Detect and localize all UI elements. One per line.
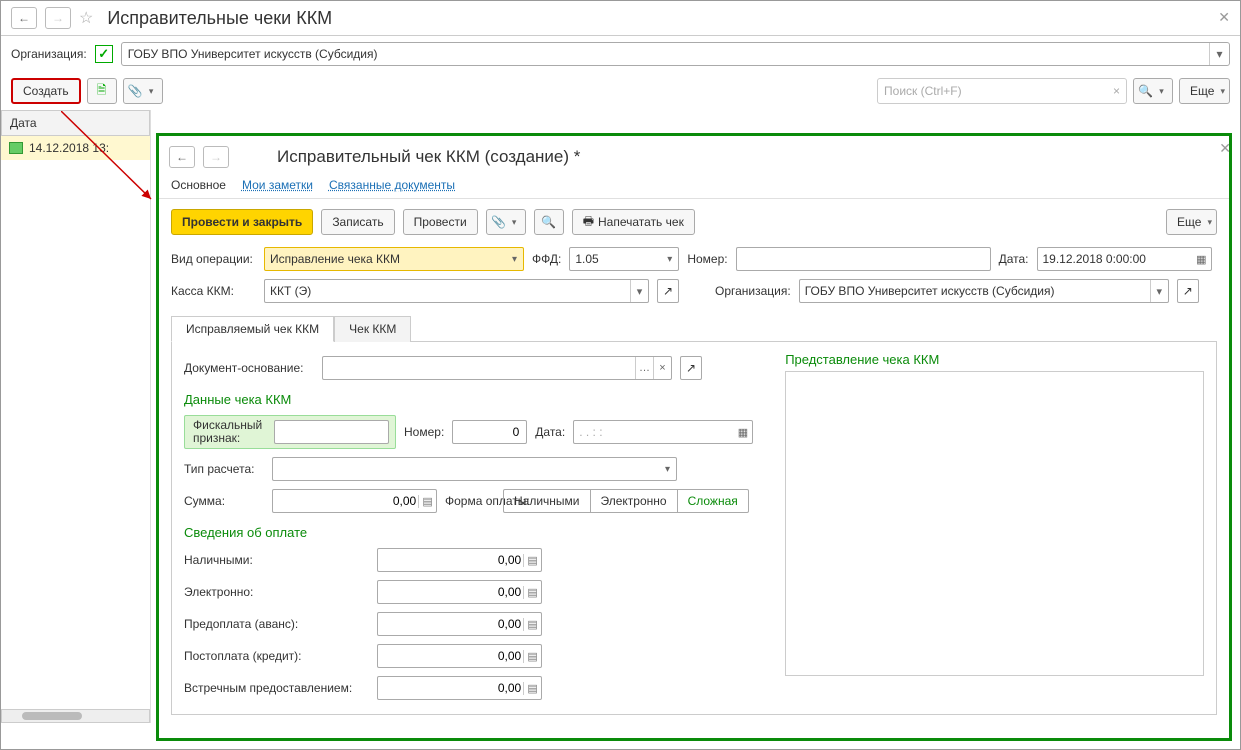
create-button[interactable]: Создать <box>11 78 81 104</box>
check-date-input[interactable]: . . : : ▦ <box>573 420 753 444</box>
tip-rascheta-label: Тип расчета: <box>184 462 264 476</box>
summa-label: Сумма: <box>184 494 264 508</box>
subtab-chek[interactable]: Чек ККМ <box>334 316 411 342</box>
kassa-open-button[interactable]: ↗ <box>657 279 679 303</box>
ffd-label: ФФД: <box>532 252 561 266</box>
doc-basis-label: Документ-основание: <box>184 361 314 375</box>
page-title: Исправительные чеки ККМ <box>107 8 332 29</box>
tip-rascheta-select[interactable] <box>272 457 677 481</box>
search-input[interactable]: Поиск (Ctrl+F) × <box>877 78 1127 104</box>
pay-electronic-label: Электронно: <box>184 585 369 599</box>
pay-electronic-input[interactable]: ▤ <box>377 580 542 604</box>
check-number-input[interactable] <box>452 420 527 444</box>
detail-more-button[interactable]: Еще▾ <box>1166 209 1217 235</box>
pay-cash-label: Наличными: <box>184 553 369 567</box>
close-icon[interactable]: ✕ <box>1218 9 1230 26</box>
chevron-down-icon[interactable]: ▾ <box>630 280 648 302</box>
post-and-close-button[interactable]: Провести и закрыть <box>171 209 313 235</box>
nav-back-button[interactable]: ← <box>11 7 37 29</box>
list-row-date: 14.12.2018 13: <box>29 141 109 155</box>
subtab-corrected[interactable]: Исправляемый чек ККМ <box>171 316 334 342</box>
report-button[interactable]: 🔍 <box>534 209 564 235</box>
section-check-data: Данные чека ККМ <box>184 392 765 407</box>
check-date-label: Дата: <box>535 425 565 439</box>
favorite-star-icon[interactable]: ☆ <box>79 8 93 28</box>
payment-seg-cash[interactable]: Наличными <box>504 490 591 512</box>
kassa-select[interactable]: ККТ (Э) ▾ <box>264 279 649 303</box>
calendar-icon[interactable]: ▦ <box>1196 253 1206 266</box>
org-filter-select[interactable]: ГОБУ ВПО Университет искусств (Субсидия)… <box>121 42 1230 66</box>
number-label: Номер: <box>687 252 727 266</box>
vid-operacii-select[interactable]: Исправление чека ККМ <box>264 247 524 271</box>
date-label: Дата: <box>999 252 1029 266</box>
nav-forward-button[interactable]: → <box>45 7 71 29</box>
calculator-icon[interactable]: ▤ <box>418 495 436 508</box>
save-button[interactable]: Записать <box>321 209 394 235</box>
vid-operacii-label: Вид операции: <box>171 252 256 266</box>
section-preview: Представление чека ККМ <box>785 352 1204 367</box>
calendar-icon[interactable]: ▦ <box>738 426 748 439</box>
detail-org-open-button[interactable]: ↗ <box>1177 279 1199 303</box>
calculator-icon[interactable]: ▤ <box>523 554 541 567</box>
payment-seg-complex[interactable]: Сложная <box>678 490 748 512</box>
date-column-header[interactable]: Дата <box>1 110 150 136</box>
section-payment-info: Сведения об оплате <box>184 525 765 540</box>
attach-button[interactable]: 📎▾ <box>123 78 163 104</box>
clear-icon[interactable]: × <box>653 357 671 379</box>
find-button[interactable]: 🔍▾ <box>1133 78 1173 104</box>
chevron-down-icon[interactable]: ▾ <box>1209 43 1229 65</box>
payment-seg-electronic[interactable]: Электронно <box>591 490 678 512</box>
chevron-down-icon[interactable]: ▾ <box>1150 280 1168 302</box>
check-preview-area <box>785 371 1204 676</box>
org-filter-value: ГОБУ ВПО Университет искусств (Субсидия) <box>128 47 378 61</box>
number-input[interactable] <box>736 247 991 271</box>
tab-notes[interactable]: Мои заметки <box>242 178 313 192</box>
check-number-label: Номер: <box>404 425 444 439</box>
detail-org-select[interactable]: ГОБУ ВПО Университет искусств (Субсидия)… <box>799 279 1169 303</box>
pay-cash-input[interactable]: ▤ <box>377 548 542 572</box>
pay-prepaid-input[interactable]: ▤ <box>377 612 542 636</box>
pay-counter-label: Встречным предоставлением: <box>184 681 369 695</box>
forma-oplaty-label: Форма оплаты: <box>445 495 495 508</box>
detail-panel: ✕ ← → Исправительный чек ККМ (создание) … <box>156 133 1232 741</box>
fiscal-sign-label: Фискальный признак: <box>193 419 268 445</box>
pay-postpaid-label: Постоплата (кредит): <box>184 649 369 663</box>
doc-basis-input[interactable]: … × <box>322 356 672 380</box>
copy-button[interactable]: 🗎 <box>87 78 117 104</box>
fiscal-sign-group: Фискальный признак: <box>184 415 396 449</box>
ellipsis-icon[interactable]: … <box>635 357 653 379</box>
document-posted-icon <box>9 142 23 154</box>
kassa-label: Касса ККМ: <box>171 284 256 298</box>
calculator-icon[interactable]: ▤ <box>523 650 541 663</box>
detail-close-icon[interactable]: ✕ <box>1219 140 1231 157</box>
org-filter-checkbox[interactable]: ✓ <box>95 45 113 63</box>
doc-basis-open-button[interactable]: ↗ <box>680 356 702 380</box>
search-clear-icon[interactable]: × <box>1113 84 1120 98</box>
summa-input[interactable]: ▤ <box>272 489 437 513</box>
detail-nav-back[interactable]: ← <box>169 146 195 168</box>
pay-prepaid-label: Предоплата (аванс): <box>184 617 369 631</box>
date-input[interactable]: 19.12.2018 0:00:00 ▦ <box>1037 247 1212 271</box>
calculator-icon[interactable]: ▤ <box>523 682 541 695</box>
post-button[interactable]: Провести <box>403 209 478 235</box>
calculator-icon[interactable]: ▤ <box>523 618 541 631</box>
more-button[interactable]: Еще▾ <box>1179 78 1230 104</box>
fiscal-sign-input[interactable] <box>274 420 389 444</box>
ffd-select[interactable]: 1.05 <box>569 247 679 271</box>
org-filter-label: Организация: <box>11 47 87 61</box>
detail-title: Исправительный чек ККМ (создание) * <box>277 147 580 167</box>
payment-form-segment[interactable]: Наличными Электронно Сложная <box>503 489 749 513</box>
tab-main[interactable]: Основное <box>171 178 226 192</box>
create-based-on-button[interactable]: 📎▾ <box>486 209 526 235</box>
pay-counter-input[interactable]: ▤ <box>377 676 542 700</box>
tab-related[interactable]: Связанные документы <box>329 178 455 192</box>
list-row[interactable]: 14.12.2018 13: <box>1 136 150 160</box>
detail-org-label: Организация: <box>715 284 791 298</box>
horizontal-scrollbar[interactable] <box>1 709 150 723</box>
print-check-button[interactable]: 🖶 Напечатать чек <box>572 209 695 235</box>
calculator-icon[interactable]: ▤ <box>523 586 541 599</box>
pay-postpaid-input[interactable]: ▤ <box>377 644 542 668</box>
detail-nav-forward[interactable]: → <box>203 146 229 168</box>
